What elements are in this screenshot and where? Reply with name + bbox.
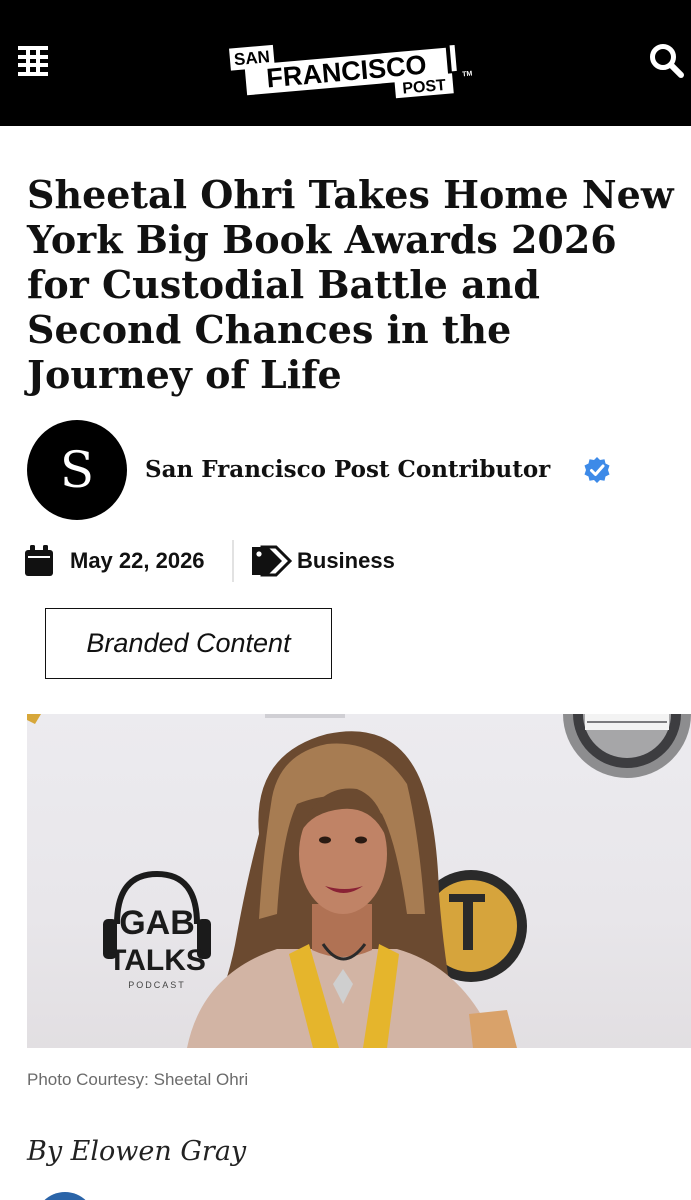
gab-text: GAB — [119, 904, 195, 942]
search-icon[interactable] — [648, 42, 686, 80]
article-meta: May 22, 2026 Business — [24, 540, 664, 582]
podcast-text: PODCAST — [128, 980, 186, 990]
logo-tm-text: TM — [462, 71, 473, 79]
gab-talks-logo: GAB TALKS PODCAST — [103, 870, 211, 990]
article-byline: By Elowen Gray — [27, 1136, 247, 1167]
author-avatar[interactable]: S — [27, 420, 127, 520]
byline-author-avatar[interactable] — [35, 1192, 95, 1200]
meta-divider — [232, 540, 234, 582]
branded-content-text: Branded Content — [86, 628, 291, 658]
author-avatar-letter: S — [59, 441, 95, 499]
article-headline: Sheetal Ohri Takes Home New York Big Boo… — [27, 172, 674, 397]
publish-date: May 22, 2026 — [70, 548, 205, 573]
photo-caption: Photo Courtesy: Sheetal Ohri — [27, 1070, 249, 1089]
verified-badge-icon — [584, 457, 610, 483]
tags-icon — [252, 545, 292, 577]
author-row: S San Francisco Post Contributor — [27, 420, 667, 520]
talks-text: TALKS — [108, 944, 206, 977]
category-link[interactable]: Business — [297, 548, 395, 574]
logo-post-text: POST — [402, 77, 447, 98]
author-name[interactable]: San Francisco Post Contributor — [145, 456, 550, 483]
branded-content-label: Branded Content — [45, 608, 332, 679]
site-header: SAN FRANCISCO POST TM — [0, 0, 691, 126]
site-logo[interactable]: SAN FRANCISCO POST TM — [225, 26, 480, 106]
hamburger-menu-icon[interactable] — [18, 46, 48, 76]
calendar-icon — [25, 545, 53, 576]
article-photo: GAB TALKS PODCAST — [27, 714, 691, 1048]
